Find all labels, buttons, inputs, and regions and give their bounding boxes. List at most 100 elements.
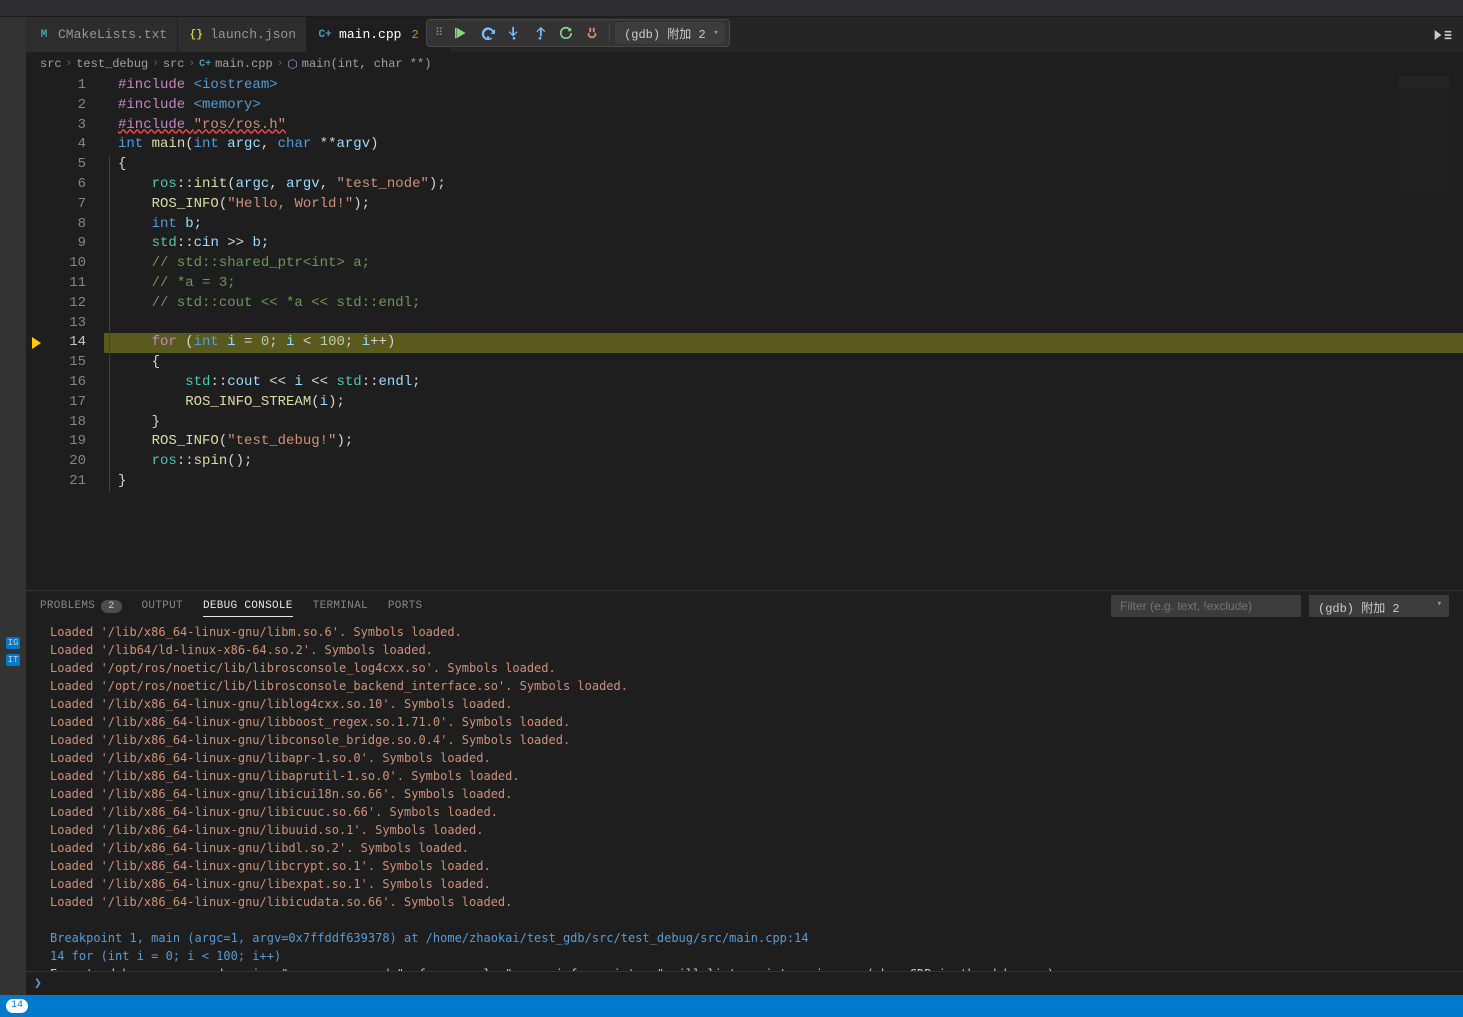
line-number: 11 — [26, 274, 86, 294]
code-line[interactable]: ros::spin(); — [104, 452, 1463, 472]
line-number: 6 — [26, 175, 86, 195]
code-line[interactable]: for (int i = 0; i < 100; i++) — [104, 333, 1463, 353]
line-number: 20 — [26, 452, 86, 472]
step-over-button[interactable] — [476, 21, 500, 45]
line-number: 18 — [26, 413, 86, 433]
restart-button[interactable] — [554, 21, 578, 45]
breadcrumbs[interactable]: src›test_debug›src›C+main.cpp›⬡main(int,… — [26, 52, 1463, 76]
tab-label: launch.json — [210, 27, 296, 42]
code-content[interactable]: #include <iostream>#include <memory>#inc… — [104, 76, 1463, 590]
disconnect-button[interactable] — [580, 21, 604, 45]
breakpoint-current-icon[interactable] — [32, 337, 41, 349]
activity-tag: IT — [6, 654, 21, 666]
log-line: Loaded '/lib/x86_64-linux-gnu/libapr-1.s… — [50, 749, 1449, 767]
file-icon: C+ — [199, 59, 211, 70]
log-line: Loaded '/opt/ros/noetic/lib/librosconsol… — [50, 659, 1449, 677]
continue-button[interactable] — [450, 21, 474, 45]
line-number: 5 — [26, 155, 86, 175]
drag-grip-icon[interactable]: ⠿ — [431, 26, 448, 40]
editor-tab[interactable]: M CMakeLists.txt — [26, 17, 178, 52]
file-icon: M — [36, 27, 52, 43]
status-bar: 14 — [0, 995, 1463, 1017]
line-number: 7 — [26, 195, 86, 215]
line-number: 21 — [26, 472, 86, 492]
panel-tab[interactable]: DEBUG CONSOLE — [203, 596, 293, 617]
log-line: Loaded '/lib/x86_64-linux-gnu/libuuid.so… — [50, 821, 1449, 839]
modified-badge: 2 — [411, 28, 418, 42]
log-line: Loaded '/lib/x86_64-linux-gnu/libexpat.s… — [50, 875, 1449, 893]
tabs-container: MCMakeLists.txt{}launch.jsonC+main.cpp2× — [26, 17, 450, 52]
tab-label: main.cpp — [339, 27, 401, 42]
line-number: 2 — [26, 96, 86, 116]
code-line[interactable]: std::cin >> b; — [104, 234, 1463, 254]
breadcrumb-item[interactable]: test_debug — [76, 57, 148, 71]
editor-tab[interactable]: {}launch.json — [178, 17, 307, 52]
code-line[interactable]: { — [104, 353, 1463, 373]
prompt-chevron-icon: ❯ — [34, 976, 42, 991]
debug-console-output[interactable]: Loaded '/lib/x86_64-linux-gnu/libm.so.6'… — [26, 621, 1463, 971]
debug-config-select[interactable]: (gdb) 附加 2 — [615, 22, 725, 44]
line-number: 19 — [26, 432, 86, 452]
line-number: 10 — [26, 254, 86, 274]
log-line: Loaded '/lib/x86_64-linux-gnu/libm.so.6'… — [50, 623, 1449, 641]
title-bar — [0, 0, 1463, 17]
status-left-count[interactable]: 14 — [2, 995, 32, 1017]
debug-console-input-row: ❯ — [26, 971, 1463, 995]
step-out-button[interactable] — [528, 21, 552, 45]
activity-bar: IG IT — [0, 17, 26, 995]
log-line: Loaded '/lib/x86_64-linux-gnu/libicudata… — [50, 893, 1449, 911]
code-line[interactable]: // std::shared_ptr<int> a; — [104, 254, 1463, 274]
log-line: Loaded '/lib/x86_64-linux-gnu/libconsole… — [50, 731, 1449, 749]
code-line[interactable]: int b; — [104, 215, 1463, 235]
code-line[interactable]: } — [104, 413, 1463, 433]
log-line: Loaded '/lib/x86_64-linux-gnu/libicui18n… — [50, 785, 1449, 803]
code-line[interactable]: } — [104, 472, 1463, 492]
code-line[interactable]: { — [104, 155, 1463, 175]
tab-label: CMakeLists.txt — [58, 27, 167, 42]
minimap[interactable] — [1399, 76, 1449, 196]
code-line[interactable]: #include <iostream> — [104, 76, 1463, 96]
file-icon: C+ — [317, 27, 333, 43]
panel-tab[interactable]: PORTS — [388, 596, 423, 617]
breadcrumb-item[interactable]: src — [40, 57, 62, 71]
line-number: 12 — [26, 294, 86, 314]
separator — [609, 24, 610, 42]
code-line[interactable]: #include <memory> — [104, 96, 1463, 116]
chevron-right-icon: › — [66, 58, 73, 70]
code-editor[interactable]: 123456789101112131415161718192021 #inclu… — [26, 76, 1463, 590]
filter-input[interactable] — [1111, 595, 1301, 617]
panel-tab[interactable]: TERMINAL — [313, 596, 368, 617]
code-line[interactable]: int main(int argc, char **argv) — [104, 135, 1463, 155]
log-breakpoint-line: Breakpoint 1, main (argc=1, argv=0x7ffdd… — [50, 929, 1449, 947]
line-number: 15 — [26, 353, 86, 373]
breadcrumb-item[interactable]: ⬡main(int, char **) — [287, 57, 431, 72]
code-line[interactable]: // *a = 3; — [104, 274, 1463, 294]
code-line[interactable]: ROS_INFO("Hello, World!"); — [104, 195, 1463, 215]
editor-tabs: MCMakeLists.txt{}launch.jsonC+main.cpp2×… — [26, 17, 1463, 52]
code-line[interactable]: std::cout << i << std::endl; — [104, 373, 1463, 393]
code-line[interactable]: ROS_INFO_STREAM(i); — [104, 393, 1463, 413]
panel-tab[interactable]: PROBLEMS2 — [40, 596, 122, 617]
breadcrumb-item[interactable]: C+main.cpp — [199, 57, 273, 71]
log-line: Loaded '/lib/x86_64-linux-gnu/libcrypt.s… — [50, 857, 1449, 875]
log-line: Loaded '/lib/x86_64-linux-gnu/libaprutil… — [50, 767, 1449, 785]
panel-tab[interactable]: OUTPUT — [142, 596, 183, 617]
editor-area: MCMakeLists.txt{}launch.jsonC+main.cpp2×… — [26, 17, 1463, 995]
chevron-right-icon: › — [152, 58, 159, 70]
code-line[interactable]: #include "ros/ros.h" — [104, 116, 1463, 136]
symbol-icon: ⬡ — [287, 57, 297, 72]
run-split-icon[interactable] — [1433, 27, 1453, 43]
code-line[interactable]: ROS_INFO("test_debug!"); — [104, 432, 1463, 452]
code-line[interactable]: // std::cout << *a << std::endl; — [104, 294, 1463, 314]
code-line[interactable]: ros::init(argc, argv, "test_node"); — [104, 175, 1463, 195]
breadcrumb-item[interactable]: src — [163, 57, 185, 71]
chevron-right-icon: › — [277, 58, 284, 70]
log-line: Loaded '/opt/ros/noetic/lib/librosconsol… — [50, 677, 1449, 695]
bottom-panel: PROBLEMS2 OUTPUT DEBUG CONSOLE TERMINAL PORT… — [26, 590, 1463, 995]
code-line[interactable] — [104, 314, 1463, 334]
line-number: 16 — [26, 373, 86, 393]
step-into-button[interactable] — [502, 21, 526, 45]
panel-session-select[interactable]: (gdb) 附加 2 — [1309, 595, 1449, 617]
tabs-actions — [1433, 27, 1463, 43]
log-line: Loaded '/lib/x86_64-linux-gnu/liblog4cxx… — [50, 695, 1449, 713]
